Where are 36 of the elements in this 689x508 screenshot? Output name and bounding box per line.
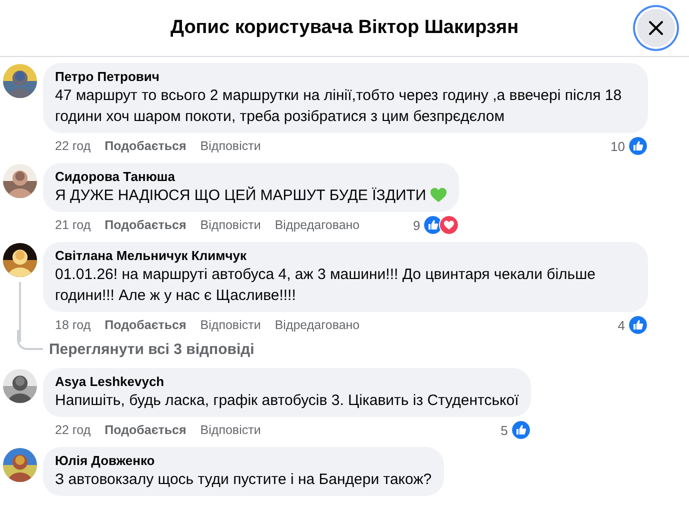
thumbs-up-icon [628,136,648,156]
comment-time: 21 год [55,218,91,232]
edited-label: Відредаговано [274,318,360,332]
close-button[interactable] [637,9,675,47]
comment-time: 18 год [55,318,91,332]
reaction-count: 4 [618,318,625,332]
heart-icon [439,215,460,235]
thumbs-up-icon [628,315,648,335]
like-link[interactable]: Подобається [104,218,186,232]
reaction-count: 10 [610,138,625,154]
comment-text: 01.01.26! на маршруті автобуса 4, аж 3 машини!!! До цвинтаря чекали більше години!!! Але ж у нас є Щасливе!!!! [55,265,596,306]
thumbs-up-icon [510,420,531,440]
comment-time: 22 год [55,423,91,437]
author-name: Світлана Мельничук Климчук [55,248,248,264]
close-icon [647,19,665,37]
comment-text: З автовокзалу щось туди пустите і на Бандери також? [55,470,432,490]
comment-text: 47 маршрут то всього 2 маршрутки на лінії,тобто через годину ,а ввечері після 18 години хоч шаром покоти, треба розібратися з цим безпрєдєлом [55,86,623,127]
author-name: Сидорова Танюша [55,169,176,185]
comment-text: Напишіть, будь ласка, графік автобусів 3. Цікавить із Студентської [55,391,519,411]
dialog-title: Допис користувача Віктор Шакирзян [170,17,519,39]
like-link[interactable]: Подобається [104,318,186,332]
reply-link[interactable]: Відповісти [200,423,261,437]
reaction-count: 5 [500,422,508,438]
reply-link[interactable]: Відповісти [200,218,261,232]
reaction-count: 9 [412,218,420,232]
view-replies-link[interactable]: Переглянути всі 3 відповіді [49,340,254,358]
comment-time: 22 год [55,139,91,153]
comment-text: Я ДУЖЕ НАДІЮСЯ ЩО ЦЕЙ МАРШУТ БУДЕ ЇЗДИТИ [55,185,448,206]
reply-link[interactable]: Відповісти [200,318,261,332]
author-name: Asya Leshkevych [55,374,166,390]
like-link[interactable]: Подобається [104,139,186,153]
edited-label: Відредаговано [274,218,360,232]
reply-link[interactable]: Відповісти [200,139,261,153]
like-link[interactable]: Подобається [104,423,186,437]
author-name: Петро Петрович [55,69,160,85]
author-name: Юлія Довженко [55,453,156,469]
